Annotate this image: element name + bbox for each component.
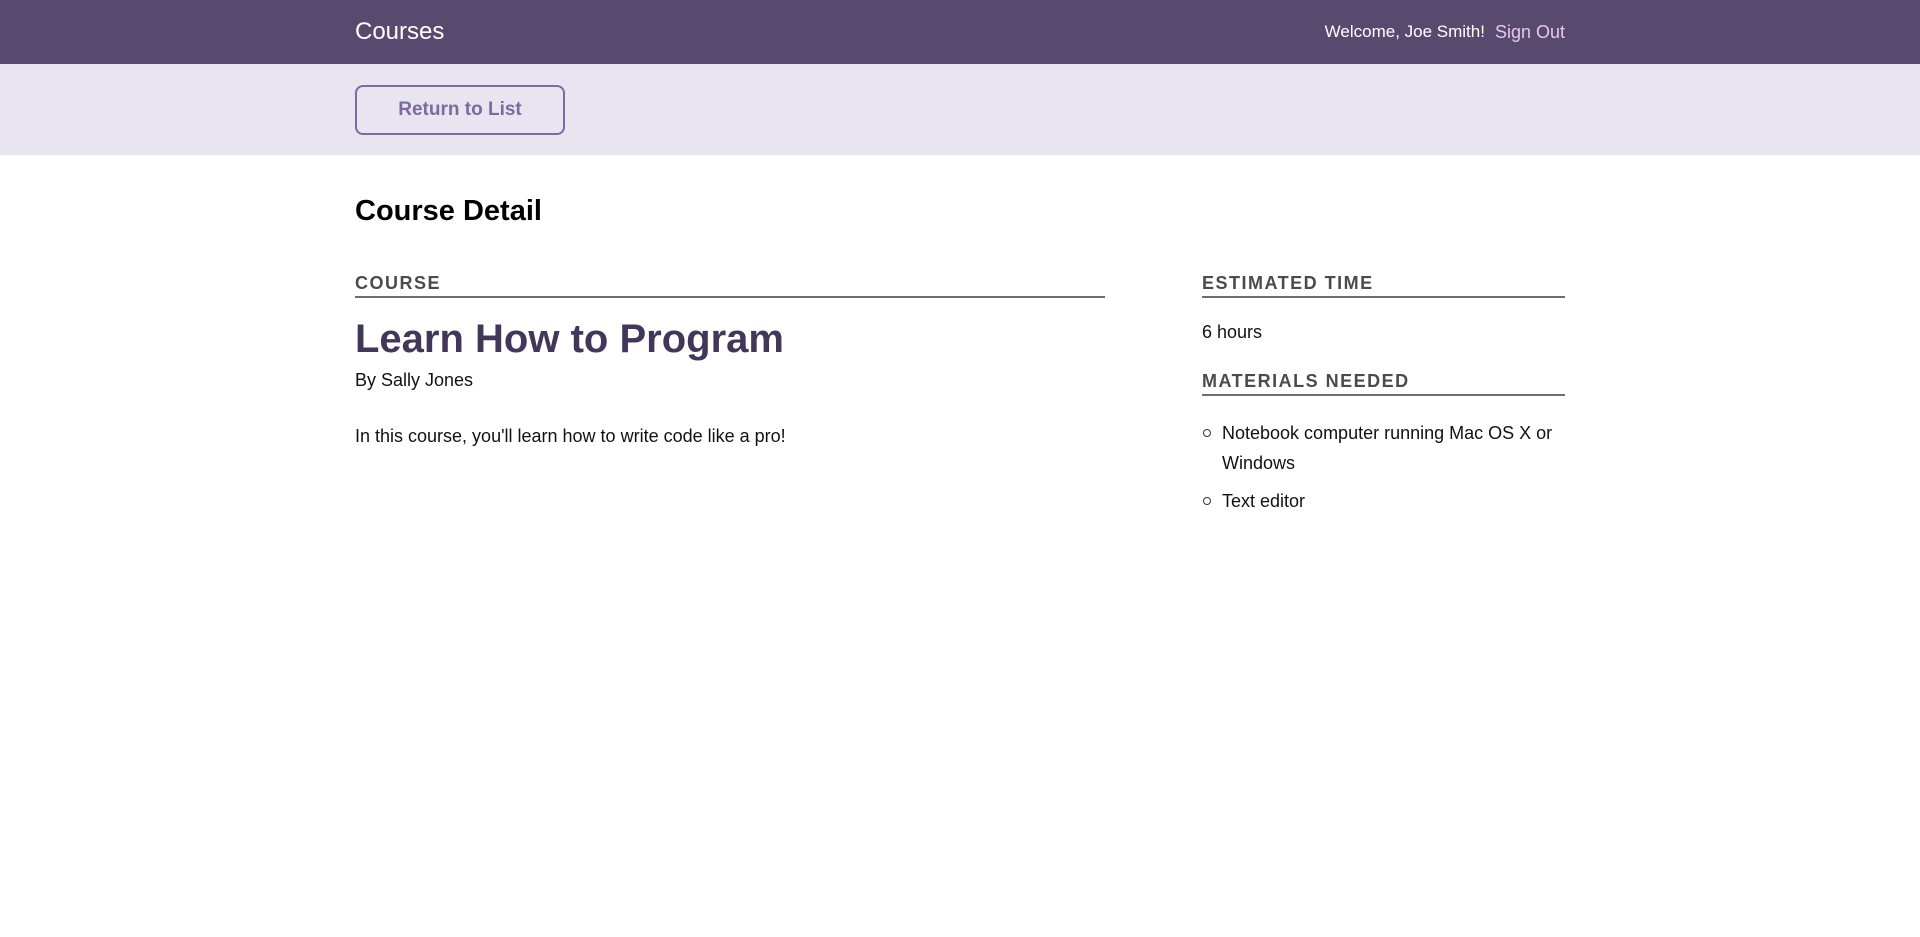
materials-needed-label: Materials Needed: [1202, 371, 1565, 396]
user-nav: Welcome, Joe Smith! Sign Out: [1325, 22, 1565, 43]
materials-list: Notebook computer running Mac OS X or Wi…: [1202, 418, 1565, 516]
circle-bullet-icon: [1203, 497, 1211, 505]
course-main-column: Course Learn How to Program By Sally Jon…: [355, 273, 1105, 447]
list-item: Text editor: [1202, 486, 1565, 516]
app-header: Courses Welcome, Joe Smith! Sign Out: [0, 0, 1920, 64]
course-title: Learn How to Program: [355, 317, 784, 361]
return-to-list-button[interactable]: Return to List: [355, 85, 565, 135]
actions-bar: Return to List: [0, 64, 1920, 155]
sign-out-link[interactable]: Sign Out: [1495, 22, 1565, 43]
course-sidebar: Estimated Time 6 hours Materials Needed …: [1202, 273, 1565, 524]
circle-bullet-icon: [1203, 429, 1211, 437]
header-inner: Courses Welcome, Joe Smith! Sign Out: [355, 0, 1565, 64]
course-description: In this course, you'll learn how to writ…: [355, 426, 786, 446]
estimated-time-value: 6 hours: [1202, 322, 1263, 342]
list-item: Notebook computer running Mac OS X or Wi…: [1202, 418, 1565, 478]
page-title: Course Detail: [355, 195, 542, 227]
material-text: Notebook computer running Mac OS X or Wi…: [1222, 423, 1553, 473]
brand-link[interactable]: Courses: [355, 18, 444, 46]
course-section-label: Course: [355, 273, 1105, 298]
material-text: Text editor: [1222, 491, 1306, 511]
course-author: By Sally Jones: [355, 370, 474, 390]
welcome-text: Welcome, Joe Smith!: [1324, 22, 1485, 41]
estimated-time-label: Estimated Time: [1202, 273, 1565, 298]
